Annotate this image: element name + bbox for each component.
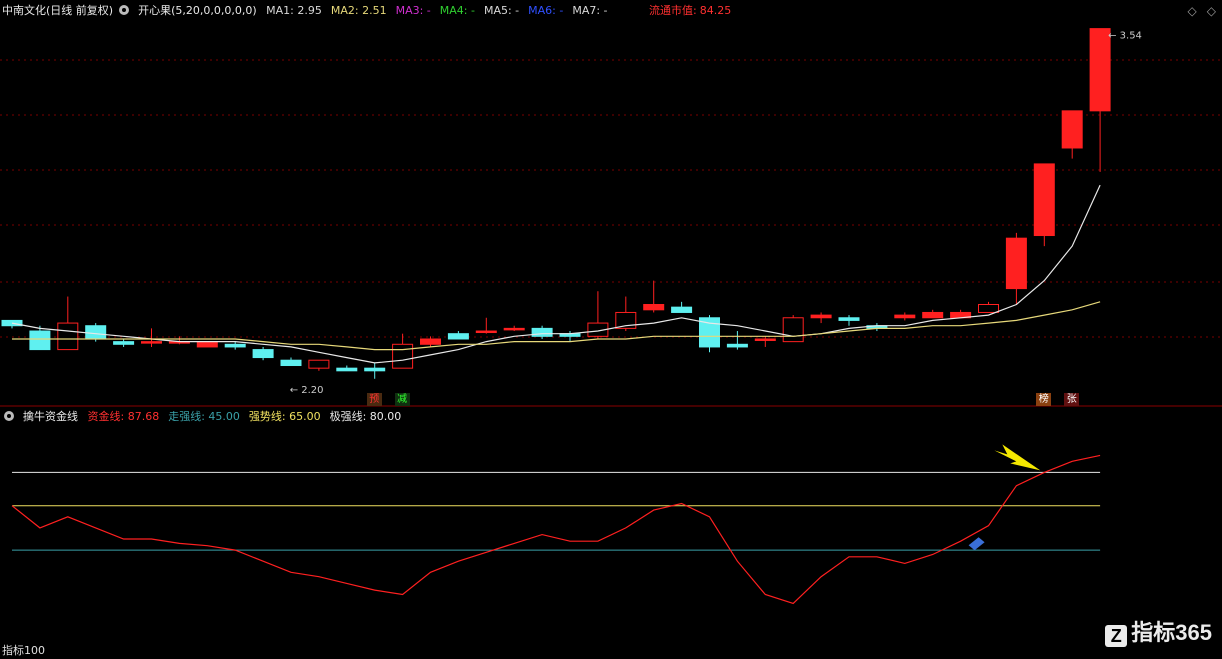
candle-body — [1033, 163, 1055, 237]
watermark-text: 指标365 — [1131, 620, 1212, 645]
watermark-logo: Z — [1105, 625, 1128, 647]
candle-body — [726, 343, 748, 348]
watermark: Z 指标365 — [1105, 615, 1212, 647]
candle-body — [420, 338, 441, 345]
candle-body — [141, 341, 162, 344]
capital-line — [11, 454, 1101, 605]
candle-body — [782, 317, 804, 343]
candle-body — [85, 325, 107, 340]
pen-marker-icon — [968, 537, 985, 551]
high-price-label: ← 3.54 — [1108, 31, 1142, 42]
candle-body — [754, 338, 776, 341]
candle-body — [894, 314, 916, 319]
candle-body — [643, 304, 665, 311]
signal-tag: 榜 — [1036, 393, 1052, 406]
candle-body — [336, 367, 358, 372]
candle-body — [392, 343, 414, 369]
candle-body — [978, 304, 999, 313]
signal-tag: 张 — [1064, 393, 1080, 406]
candle-body — [475, 330, 497, 334]
candle-body — [57, 322, 79, 351]
candle-body — [224, 343, 246, 348]
candle-body — [252, 349, 274, 359]
ma1-line — [11, 184, 1101, 364]
candle-body — [671, 306, 693, 313]
candle-body — [838, 317, 860, 321]
candle-body — [922, 311, 944, 319]
candle-body — [1005, 237, 1027, 290]
signal-tag: 减 — [394, 393, 410, 406]
candle-body — [29, 330, 51, 351]
footer-label[interactable]: 指标100 — [2, 642, 45, 658]
candle-body — [531, 327, 553, 337]
candle-body — [447, 333, 469, 340]
candle-body — [364, 367, 386, 372]
candle-body — [1061, 110, 1083, 149]
arrow-icon — [994, 444, 1041, 471]
candle-body — [503, 327, 525, 331]
candle-body — [810, 314, 832, 319]
candle-body — [196, 341, 218, 348]
candle-body — [280, 359, 302, 367]
low-price-label: ← 2.20 — [290, 385, 324, 396]
chart-canvas[interactable]: ← 3.54 ← 2.20 — [0, 0, 1222, 659]
candle-body — [113, 341, 135, 345]
candle-body — [1089, 28, 1111, 112]
candle-body — [308, 359, 330, 369]
signal-tag: 预 — [366, 393, 382, 406]
